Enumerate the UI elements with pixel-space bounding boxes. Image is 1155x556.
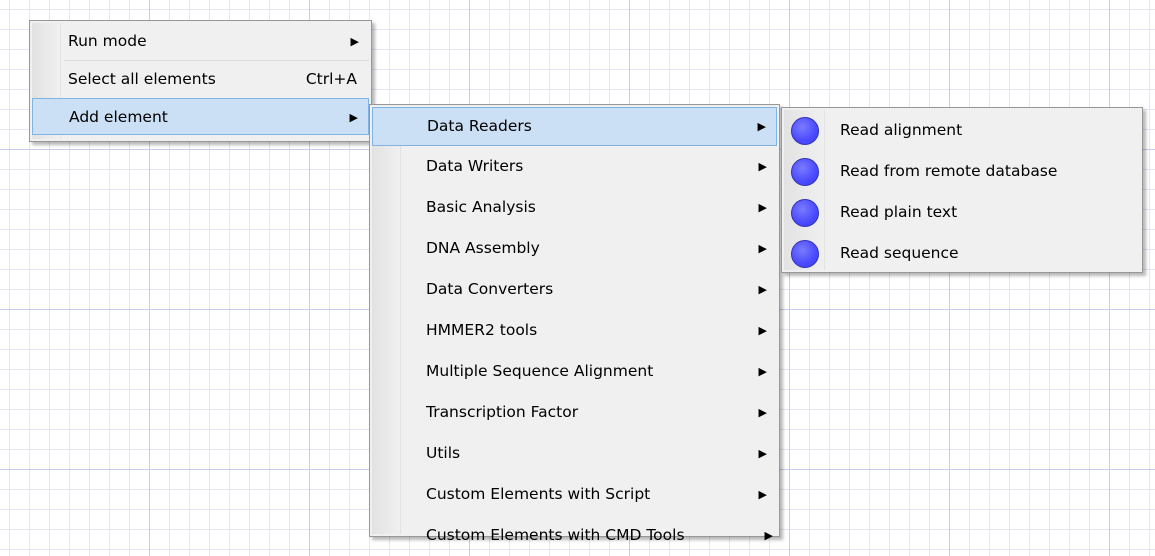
workflow-canvas[interactable]: Run mode ▶ Select all elements Ctrl+A Ad… bbox=[0, 0, 1155, 555]
context-menu: Run mode ▶ Select all elements Ctrl+A Ad… bbox=[29, 20, 372, 142]
menu-item-label: Data Writers bbox=[426, 157, 524, 175]
menu-item-label: Data Readers bbox=[427, 117, 532, 135]
menu-item-label: Multiple Sequence Alignment bbox=[426, 362, 654, 380]
blue-circle-icon bbox=[791, 116, 819, 145]
menu-item-data-writers[interactable]: Data Writers ▶ bbox=[372, 146, 777, 187]
menu-item-add-element[interactable]: Add element ▶ bbox=[32, 98, 369, 135]
blue-circle-icon bbox=[791, 198, 819, 227]
shortcut-label: Ctrl+A bbox=[305, 70, 357, 88]
menu-item-read-remote-database[interactable]: Read from remote database bbox=[784, 151, 1140, 192]
menu-item-transcription-factor[interactable]: Transcription Factor ▶ bbox=[372, 392, 777, 433]
menu-item-read-plain-text[interactable]: Read plain text bbox=[784, 192, 1140, 233]
menu-item-run-mode[interactable]: Run mode ▶ bbox=[32, 23, 369, 60]
chevron-right-icon: ▶ bbox=[758, 365, 767, 378]
menu-item-label: Read alignment bbox=[840, 121, 963, 139]
chevron-right-icon: ▶ bbox=[758, 160, 767, 173]
menu-item-label: Basic Analysis bbox=[426, 198, 536, 216]
menu-item-label: Add element bbox=[69, 108, 168, 126]
chevron-right-icon: ▶ bbox=[757, 120, 766, 133]
blue-circle-icon bbox=[791, 157, 819, 186]
chevron-right-icon: ▶ bbox=[758, 324, 767, 337]
menu-item-label: Utils bbox=[426, 444, 461, 462]
menu-item-select-all[interactable]: Select all elements Ctrl+A bbox=[32, 61, 369, 98]
menu-item-hmmer2-tools[interactable]: HMMER2 tools ▶ bbox=[372, 310, 777, 351]
chevron-right-icon: ▶ bbox=[758, 488, 767, 501]
menu-item-label: Select all elements bbox=[68, 70, 216, 88]
chevron-right-icon: ▶ bbox=[758, 283, 767, 296]
chevron-right-icon: ▶ bbox=[758, 406, 767, 419]
chevron-right-icon: ▶ bbox=[758, 447, 767, 460]
menu-item-label: Data Converters bbox=[426, 280, 554, 298]
menu-item-data-readers[interactable]: Data Readers ▶ bbox=[372, 107, 777, 146]
menu-item-label: HMMER2 tools bbox=[426, 321, 538, 339]
menu-item-label: Read sequence bbox=[840, 244, 959, 262]
menu-item-label: Read from remote database bbox=[840, 162, 1058, 180]
chevron-right-icon: ▶ bbox=[758, 201, 767, 214]
menu-item-label: Transcription Factor bbox=[426, 403, 579, 421]
menu-item-read-alignment[interactable]: Read alignment bbox=[784, 110, 1140, 151]
chevron-right-icon: ▶ bbox=[349, 111, 358, 124]
menu-item-read-sequence[interactable]: Read sequence bbox=[784, 233, 1140, 274]
menu-item-custom-elements-cmd-tools[interactable]: Custom Elements with CMD Tools ▶ bbox=[372, 515, 777, 556]
blue-circle-icon bbox=[791, 239, 819, 268]
menu-item-multiple-sequence-alignment[interactable]: Multiple Sequence Alignment ▶ bbox=[372, 351, 777, 392]
menu-item-utils[interactable]: Utils ▶ bbox=[372, 433, 777, 474]
add-element-submenu: Data Readers ▶ Data Writers ▶ Basic Anal… bbox=[369, 104, 780, 544]
chevron-right-icon: ▶ bbox=[764, 529, 773, 542]
data-readers-submenu: Read alignment Read from remote database… bbox=[781, 107, 1143, 273]
menu-item-data-converters[interactable]: Data Converters ▶ bbox=[372, 269, 777, 310]
menu-item-label: DNA Assembly bbox=[426, 239, 540, 257]
menu-item-label: Custom Elements with CMD Tools bbox=[426, 526, 685, 544]
chevron-right-icon: ▶ bbox=[758, 242, 767, 255]
menu-item-basic-analysis[interactable]: Basic Analysis ▶ bbox=[372, 187, 777, 228]
menu-item-label: Run mode bbox=[68, 32, 147, 50]
menu-item-label: Read plain text bbox=[840, 203, 958, 221]
chevron-right-icon: ▶ bbox=[350, 35, 359, 48]
menu-item-label: Custom Elements with Script bbox=[426, 485, 651, 503]
menu-item-dna-assembly[interactable]: DNA Assembly ▶ bbox=[372, 228, 777, 269]
menu-item-custom-elements-script[interactable]: Custom Elements with Script ▶ bbox=[372, 474, 777, 515]
